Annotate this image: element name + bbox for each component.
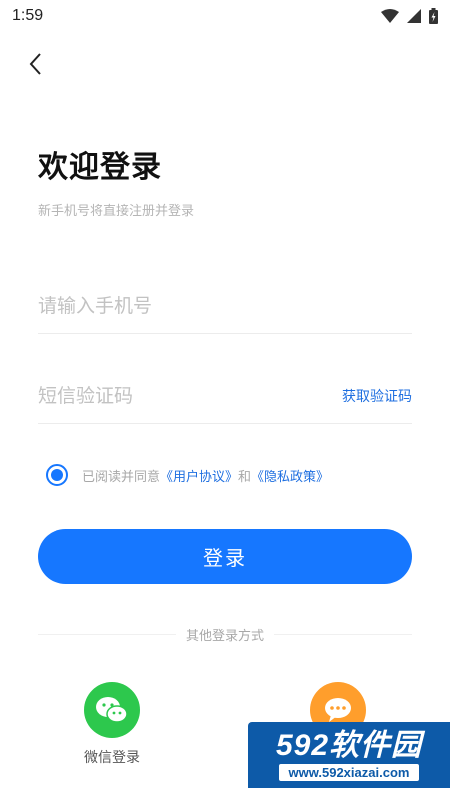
status-icons bbox=[381, 8, 438, 24]
page-title: 欢迎登录 bbox=[38, 150, 162, 185]
wechat-login: 微信登录 bbox=[62, 682, 162, 767]
wifi-icon bbox=[381, 9, 399, 23]
wechat-icon bbox=[96, 697, 128, 723]
status-bar: 1:59 bbox=[0, 0, 450, 32]
wechat-login-button[interactable] bbox=[84, 682, 140, 738]
login-button[interactable]: 登录 bbox=[38, 529, 412, 584]
user-agreement-link[interactable]: 《用户协议》 bbox=[160, 466, 238, 485]
chat-icon bbox=[325, 698, 351, 722]
code-field: 获取验证码 bbox=[38, 368, 412, 424]
sms-code-input[interactable] bbox=[38, 384, 288, 407]
wechat-login-label: 微信登录 bbox=[84, 750, 140, 766]
watermark-logo: 592软件园 www.592xiazai.com bbox=[248, 722, 450, 788]
signal-icon bbox=[407, 9, 421, 23]
other-login-divider: 其他登录方式 bbox=[38, 624, 413, 644]
page-subtitle: 新手机号将直接注册并登录 bbox=[38, 204, 195, 219]
back-button[interactable] bbox=[20, 48, 52, 80]
phone-input[interactable] bbox=[38, 294, 288, 317]
watermark-brand: 592软件园 bbox=[275, 728, 423, 762]
other-login-label: 其他登录方式 bbox=[186, 628, 265, 644]
battery-icon bbox=[429, 8, 438, 24]
privacy-policy-link[interactable]: 《隐私政策》 bbox=[251, 466, 329, 485]
agreement-and: 和 bbox=[238, 469, 252, 485]
chevron-left-icon bbox=[29, 53, 41, 75]
divider-line-left bbox=[38, 633, 176, 635]
phone-field bbox=[38, 278, 412, 334]
divider-line-right bbox=[274, 633, 413, 635]
agreement-row: 已阅读并同意 《用户协议》 和 《隐私政策》 bbox=[46, 464, 329, 486]
get-code-button[interactable]: 获取验证码 bbox=[342, 386, 412, 406]
status-time: 1:59 bbox=[12, 7, 44, 24]
watermark-url: www.592xiazai.com bbox=[278, 763, 420, 781]
agreement-prefix: 已阅读并同意 bbox=[82, 469, 161, 485]
radio-checked-dot bbox=[51, 469, 63, 481]
agreement-radio[interactable] bbox=[46, 464, 68, 486]
